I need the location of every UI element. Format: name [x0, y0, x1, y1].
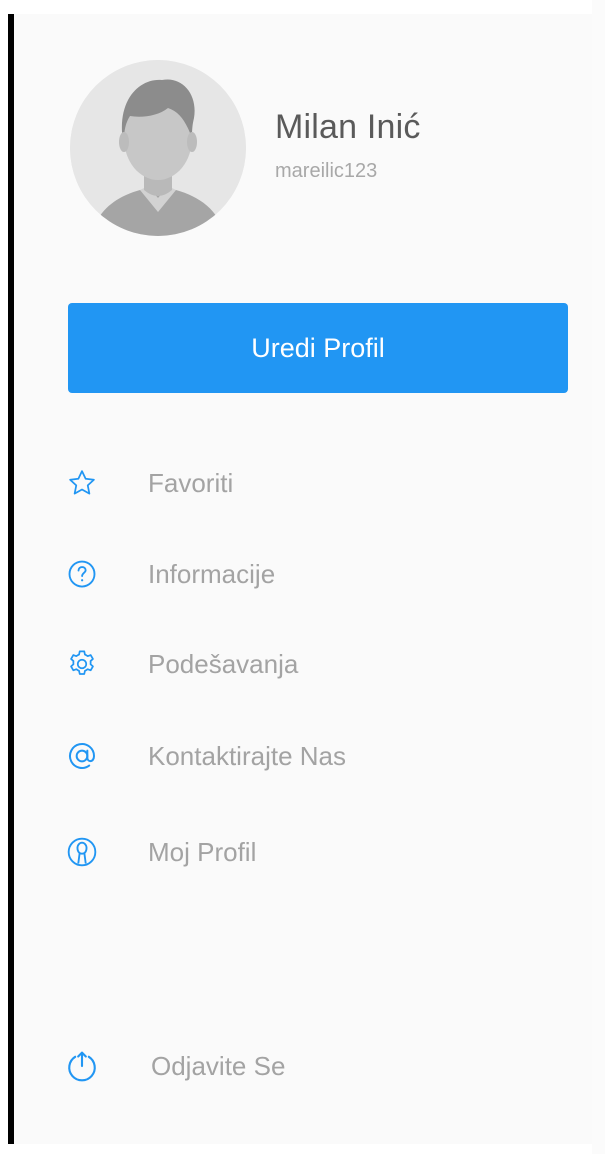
- menu-item-label: Podešavanja: [148, 648, 299, 679]
- profile-name: Milan Inić: [275, 108, 421, 146]
- menu-item-favoriti[interactable]: Favoriti: [60, 453, 510, 513]
- default-avatar-icon: [70, 60, 246, 236]
- content-edge: [592, 0, 605, 1154]
- menu-item-label: Odjavite Se: [151, 1050, 286, 1081]
- at-sign-icon: [60, 734, 104, 778]
- user-circle-icon: [60, 830, 104, 874]
- menu-item-odjavite-se[interactable]: Odjavite Se: [60, 1036, 510, 1096]
- menu-item-kontaktirajte-nas[interactable]: Kontaktirajte Nas: [60, 726, 510, 786]
- avatar[interactable]: [70, 60, 246, 236]
- logout-icon: [60, 1044, 104, 1088]
- star-icon: [60, 461, 104, 505]
- question-circle-icon: [60, 552, 104, 596]
- menu-item-label: Informacije: [148, 558, 276, 589]
- screen: Milan Inić mareilic123 Uredi Profil Favo…: [0, 0, 605, 1154]
- gear-icon: [60, 642, 104, 686]
- menu-item-informacije[interactable]: Informacije: [60, 544, 510, 604]
- menu-item-podesavanja[interactable]: Podešavanja: [60, 634, 510, 694]
- menu-item-label: Favoriti: [148, 467, 234, 498]
- profile-username: mareilic123: [275, 160, 378, 182]
- menu-item-label: Moj Profil: [148, 836, 257, 867]
- edit-profile-button[interactable]: Uredi Profil: [68, 303, 568, 393]
- menu-item-label: Kontaktirajte Nas: [148, 740, 346, 771]
- menu-item-moj-profil[interactable]: Moj Profil: [60, 822, 510, 882]
